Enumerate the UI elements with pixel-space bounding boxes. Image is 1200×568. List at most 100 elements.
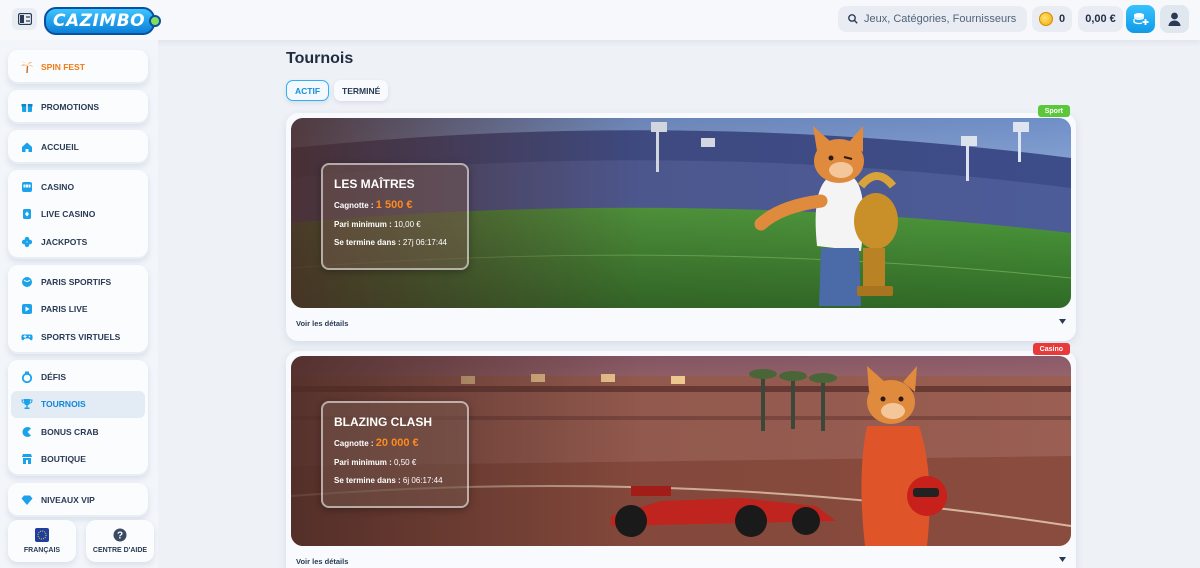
sidebar-item-label: PARIS LIVE	[41, 304, 88, 315]
sidebar-item-label: BONUS CRAB	[41, 426, 99, 437]
coins-balance[interactable]: 0	[1032, 6, 1072, 32]
home-icon	[21, 141, 33, 153]
tournament-banner[interactable]: LES MAÎTRES Cagnotte : 1 500 € Pari mini…	[291, 118, 1071, 308]
min-bet-label: Pari minimum :	[334, 220, 392, 229]
play-icon	[21, 303, 33, 315]
prize-pool-label: Cagnotte :	[334, 439, 374, 448]
sidebar-item-jackpots[interactable]: JACKPOTS	[11, 228, 145, 256]
sidebar-item-label: TOURNOIS	[41, 399, 86, 410]
deposit-button[interactable]	[1126, 5, 1155, 33]
prize-pool-row: Cagnotte : 1 500 €	[334, 199, 456, 211]
sidebar-item-accueil[interactable]: ACCUEIL	[11, 133, 145, 161]
search-input[interactable]	[864, 13, 1024, 25]
help-icon: ?	[113, 528, 127, 542]
sidebar-item-casino[interactable]: CASINO	[11, 173, 145, 201]
svg-text:?: ?	[117, 531, 123, 542]
clover-icon	[21, 236, 33, 248]
logo[interactable]: CAZIMBO	[44, 7, 162, 35]
prize-pool-value: 1 500 €	[375, 199, 413, 211]
sidebar-item-label: JACKPOTS	[41, 236, 88, 247]
category-badge: Casino	[1032, 343, 1070, 355]
tab-actif[interactable]: ACTIF	[286, 80, 330, 101]
diamond-icon	[21, 494, 33, 506]
sidebar-item-paris-sportifs[interactable]: PARIS SPORTIFS	[11, 268, 145, 296]
slot-icon	[21, 181, 33, 193]
sidebar-item-niveaux-vip[interactable]: NIVEAUX VIP	[11, 486, 145, 514]
sidebar-item-label: ACCUEIL	[41, 141, 79, 152]
sidebar-item-paris-live[interactable]: PARIS LIVE	[11, 296, 145, 324]
sidebar-item-bonus-crab[interactable]: BONUS CRAB	[11, 418, 145, 446]
sidebar-item-promotions[interactable]: PROMOTIONS	[11, 93, 145, 121]
help-label: CENTRE D'AIDE	[92, 547, 148, 554]
balance-value: 0,00 €	[1085, 13, 1116, 25]
user-icon	[1168, 12, 1181, 26]
sidebar-item-boutique[interactable]: BOUTIQUE	[11, 446, 145, 474]
page-title: Tournois	[286, 50, 354, 67]
min-bet-label: Pari minimum :	[334, 458, 392, 467]
end-time-value: 27j 06:17:44	[402, 238, 447, 247]
eu-flag-icon	[35, 528, 49, 542]
min-bet-value: 10,00 €	[394, 220, 421, 229]
sidebar-item-label: SPIN FEST	[41, 61, 85, 72]
sidebar-toggle-icon	[17, 13, 32, 25]
prize-pool-label: Cagnotte :	[334, 201, 374, 210]
sidebar-group-sports: PARIS SPORTIFS PARIS LIVE SPORTS VIRTUEL…	[8, 265, 148, 354]
sidebar: SPIN FEST PROMOTIONS ACCUEIL CASINO LIVE…	[0, 40, 158, 568]
crab-icon	[21, 426, 33, 438]
live-card-icon	[21, 208, 33, 220]
search-icon	[848, 14, 858, 24]
medal-icon	[21, 371, 33, 383]
wallet-balance[interactable]: 0,00 €	[1078, 6, 1123, 32]
tournament-banner[interactable]: BLAZING CLASH Cagnotte : 20 000 € Pari m…	[291, 356, 1071, 546]
language-button[interactable]: FRANÇAIS	[8, 520, 76, 562]
sidebar-item-spin-fest[interactable]: SPIN FEST	[11, 53, 145, 81]
sidebar-item-label: LIVE CASINO	[41, 209, 96, 220]
sidebar-item-label: NIVEAUX VIP	[41, 494, 95, 505]
sidebar-group-extras: DÉFIS TOURNOIS BONUS CRAB BOUTIQUE	[8, 360, 148, 476]
end-time-row: Se termine dans : 27j 06:17:44	[334, 238, 456, 247]
search-box[interactable]	[838, 6, 1027, 32]
top-bar: CAZIMBO 0 0,00 €	[0, 0, 1200, 40]
sidebar-toggle-button[interactable]	[12, 8, 37, 30]
end-time-value: 6j 06:17:44	[402, 476, 443, 485]
sidebar-item-label: DÉFIS	[41, 371, 67, 382]
tournament-name: LES MAÎTRES	[334, 177, 415, 191]
tournament-name: BLAZING CLASH	[334, 415, 432, 429]
coins-value: 0	[1058, 13, 1066, 25]
min-bet-value: 0,50 €	[394, 458, 417, 467]
category-badge: Sport	[1037, 105, 1070, 117]
chevron-down-icon	[1059, 319, 1066, 324]
prize-pool-value: 20 000 €	[375, 437, 419, 449]
tournament-card[interactable]: Sport LES MAÎTRES Cagnotte: 1 500 € Par…	[286, 105, 1076, 341]
end-time-row: Se termine dans : 6j 06:17:44	[334, 476, 456, 485]
profile-button[interactable]	[1160, 5, 1189, 33]
sidebar-item-label: CASINO	[41, 181, 75, 192]
sidebar-item-defis[interactable]: DÉFIS	[11, 363, 145, 391]
trophy-icon	[21, 398, 33, 410]
end-time-label: Se termine dans :	[334, 238, 401, 247]
details-toggle[interactable]: Voir les détails	[296, 319, 1066, 328]
sidebar-item-label: PROMOTIONS	[41, 101, 100, 112]
details-label: Voir les détails	[296, 557, 349, 566]
deposit-coins-icon	[1132, 13, 1148, 25]
details-toggle[interactable]: Voir les détails	[296, 557, 1066, 566]
logo-text: CAZIMBO	[44, 7, 156, 35]
prize-pool-row: Cagnotte : 20 000 €	[334, 437, 456, 449]
sidebar-item-sports-virtuels[interactable]: SPORTS VIRTUELS	[11, 323, 145, 351]
help-center-button[interactable]: ? CENTRE D'AIDE	[86, 520, 154, 562]
sidebar-group-casino: CASINO LIVE CASINO JACKPOTS	[8, 170, 148, 259]
tournament-card[interactable]: Casino BLAZING CLASH Cagnotte: 20 000 €…	[286, 343, 1076, 568]
sidebar-item-live-casino[interactable]: LIVE CASINO	[11, 201, 145, 229]
shop-icon	[21, 453, 33, 465]
sidebar-item-label: SPORTS VIRTUELS	[41, 331, 121, 342]
sidebar-item-tournois[interactable]: TOURNOIS	[11, 390, 145, 418]
gamepad-icon	[21, 331, 33, 343]
end-time-label: Se termine dans :	[334, 476, 401, 485]
details-label: Voir les détails	[296, 319, 349, 328]
gift-icon	[21, 101, 33, 113]
tab-termine[interactable]: TERMINÉ	[334, 80, 389, 101]
sidebar-item-label: PARIS SPORTIFS	[41, 276, 112, 287]
tournament-info-box: LES MAÎTRES Cagnotte : 1 500 € Pari mini…	[321, 163, 469, 270]
sidebar-group-vip: NIVEAUX VIP	[8, 483, 148, 517]
min-bet-row: Pari minimum : 0,50 €	[334, 458, 456, 467]
